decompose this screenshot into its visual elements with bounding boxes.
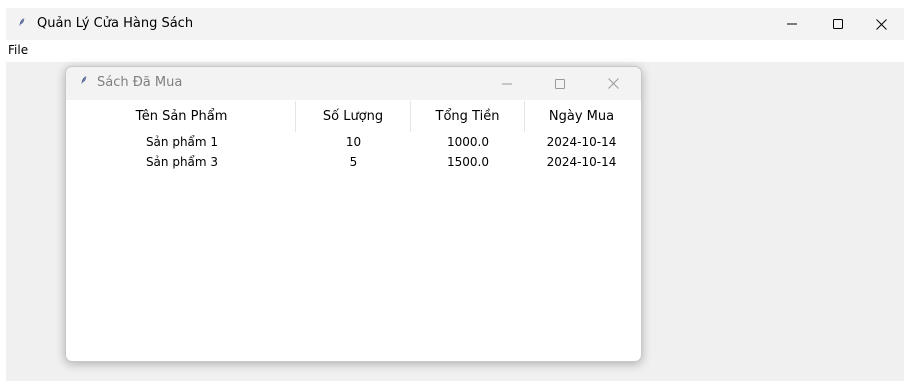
cell-purchase-date: 2024-10-14	[546, 135, 617, 149]
table-row[interactable]: Sản phẩm 3 5 1500.0 2024-10-14	[68, 152, 638, 172]
maximize-icon	[555, 78, 565, 89]
cell-total-price: 1500.0	[447, 155, 489, 169]
cell-product-name: Sản phẩm 1	[145, 135, 219, 149]
close-icon	[607, 78, 619, 89]
menubar: File	[6, 40, 904, 62]
column-header-total-price[interactable]: Tổng Tiền	[411, 101, 525, 132]
main-titlebar[interactable]: Quản Lý Cửa Hàng Sách	[6, 8, 904, 40]
table-header: Tên Sản Phẩm Số Lượng Tổng Tiền Ngày Mua	[68, 101, 638, 132]
minimize-icon	[502, 83, 512, 84]
cell-quantity: 10	[345, 135, 362, 149]
feather-icon	[81, 76, 87, 84]
main-close-button[interactable]	[858, 8, 904, 40]
cell-quantity: 5	[349, 155, 358, 169]
cell-product-name: Sản phẩm 3	[145, 155, 219, 169]
feather-icon	[19, 18, 25, 26]
close-icon	[875, 18, 887, 30]
purchased-books-window: Sách Đã Mua Tên Sản Phẩm Số Lượng Tổng T…	[65, 66, 642, 362]
sub-minimize-button[interactable]	[484, 67, 530, 100]
minimize-icon	[787, 23, 797, 25]
maximize-icon	[833, 19, 843, 29]
sub-maximize-button[interactable]	[537, 67, 583, 100]
main-maximize-button[interactable]	[815, 8, 861, 40]
main-window-title: Quản Lý Cửa Hàng Sách	[37, 16, 194, 31]
table-row[interactable]: Sản phẩm 1 10 1000.0 2024-10-14	[68, 132, 638, 152]
column-header-product-name[interactable]: Tên Sản Phẩm	[68, 101, 296, 132]
column-header-quantity[interactable]: Số Lượng	[296, 101, 411, 132]
main-minimize-button[interactable]	[769, 8, 815, 40]
cell-purchase-date: 2024-10-14	[546, 155, 617, 169]
table-body: Sản phẩm 1 10 1000.0 2024-10-14 Sản phẩm…	[68, 132, 638, 172]
sub-titlebar[interactable]: Sách Đã Mua	[66, 67, 641, 100]
purchased-books-table[interactable]: Tên Sản Phẩm Số Lượng Tổng Tiền Ngày Mua…	[68, 101, 638, 359]
sub-window-title: Sách Đã Mua	[97, 75, 183, 90]
menu-file[interactable]: File	[6, 43, 32, 57]
column-header-purchase-date[interactable]: Ngày Mua	[525, 101, 638, 132]
cell-total-price: 1000.0	[447, 135, 489, 149]
sub-close-button[interactable]	[590, 67, 636, 100]
